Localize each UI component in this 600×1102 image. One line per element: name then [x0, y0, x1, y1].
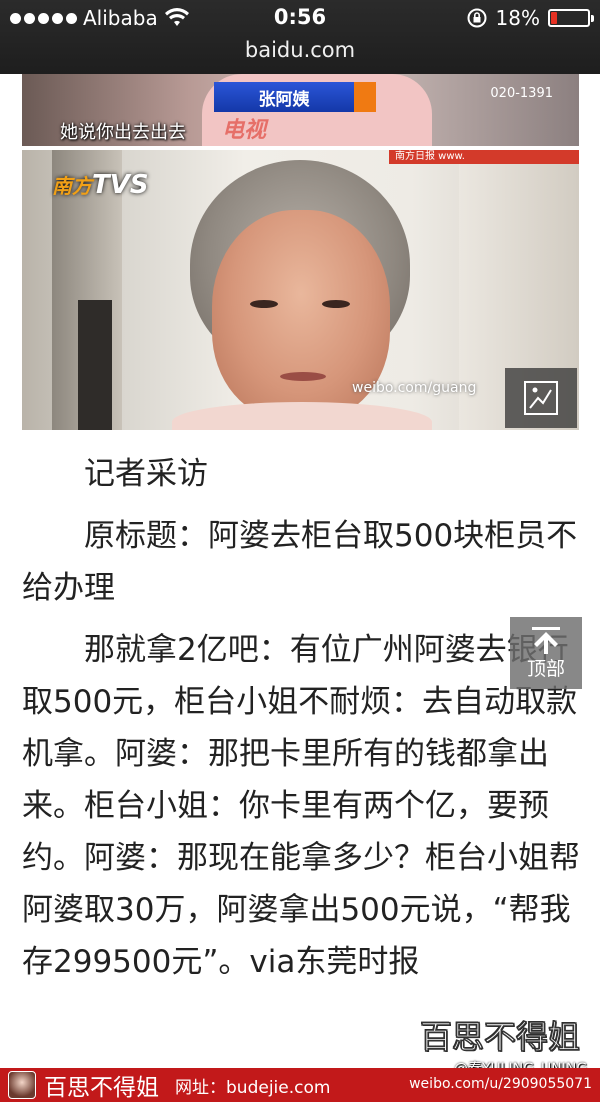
- channel-logo-prefix: 南方: [52, 174, 92, 198]
- footer-site: 网址：budejie.com: [175, 1077, 331, 1098]
- name-tag: 张阿姨: [214, 82, 354, 112]
- image-icon: [524, 381, 558, 415]
- channel-logo-text: TVS: [92, 170, 149, 200]
- brand-footer: 百思不得姐 网址：budejie.com weibo.com/u/2909055…: [0, 1068, 600, 1102]
- weibo-watermark: weibo.com/guang: [352, 380, 477, 396]
- article-body: 记者采访 原标题：阿婆去柜台取500块柜员不给办理 那就拿2亿吧：有位广州阿婆去…: [22, 448, 582, 998]
- news-image-top[interactable]: 张阿姨 电视 她说你出去出去 020-1391: [22, 74, 579, 146]
- background-dark-panel: [78, 300, 112, 430]
- footer-brand: 百思不得姐: [44, 1075, 159, 1101]
- subject-eye-left: [250, 300, 278, 308]
- arrow-up-icon: [532, 626, 560, 654]
- subtitle-caption: 她说你出去出去: [60, 122, 186, 143]
- tv-watermark: 电视: [222, 118, 267, 143]
- news-image-main[interactable]: 南方TVS 南方日报 www. weibo.com/guang: [22, 150, 579, 430]
- subject-mouth: [280, 372, 326, 381]
- rotation-lock-icon: [467, 8, 487, 28]
- subject-collar: [172, 402, 432, 430]
- avatar: [8, 1071, 36, 1099]
- view-image-button[interactable]: [505, 368, 577, 428]
- brand-watermark: 百思不得姐: [419, 1017, 581, 1057]
- address-bar[interactable]: baidu.com: [0, 38, 600, 62]
- battery-level: [551, 12, 557, 24]
- battery-group: 18%: [466, 6, 594, 30]
- source-strip: 南方日报 www.: [389, 150, 579, 164]
- name-tag-accent: [354, 82, 376, 112]
- battery-percent: 18%: [495, 6, 540, 30]
- battery-icon: [548, 9, 594, 27]
- footer-weibo-url: weibo.com/u/2909055071: [409, 1076, 592, 1092]
- channel-logo: 南方TVS: [52, 170, 149, 200]
- subject-eye-right: [322, 300, 350, 308]
- status-bar: Alibaba 0:56 18% baidu.com: [0, 0, 600, 74]
- article-paragraph: 那就拿2亿吧：有位广州阿婆去银行取500元，柜台小姐不耐烦：去自动取款机拿。阿婆…: [22, 632, 580, 980]
- back-to-top-label: 顶部: [526, 657, 565, 680]
- article-paragraph: 记者采访: [84, 456, 208, 492]
- article-paragraph: 原标题：阿婆去柜台取500块柜员不给办理: [22, 518, 578, 606]
- back-to-top-button[interactable]: 顶部: [510, 617, 582, 689]
- hotline-number: 020-1391: [490, 86, 553, 101]
